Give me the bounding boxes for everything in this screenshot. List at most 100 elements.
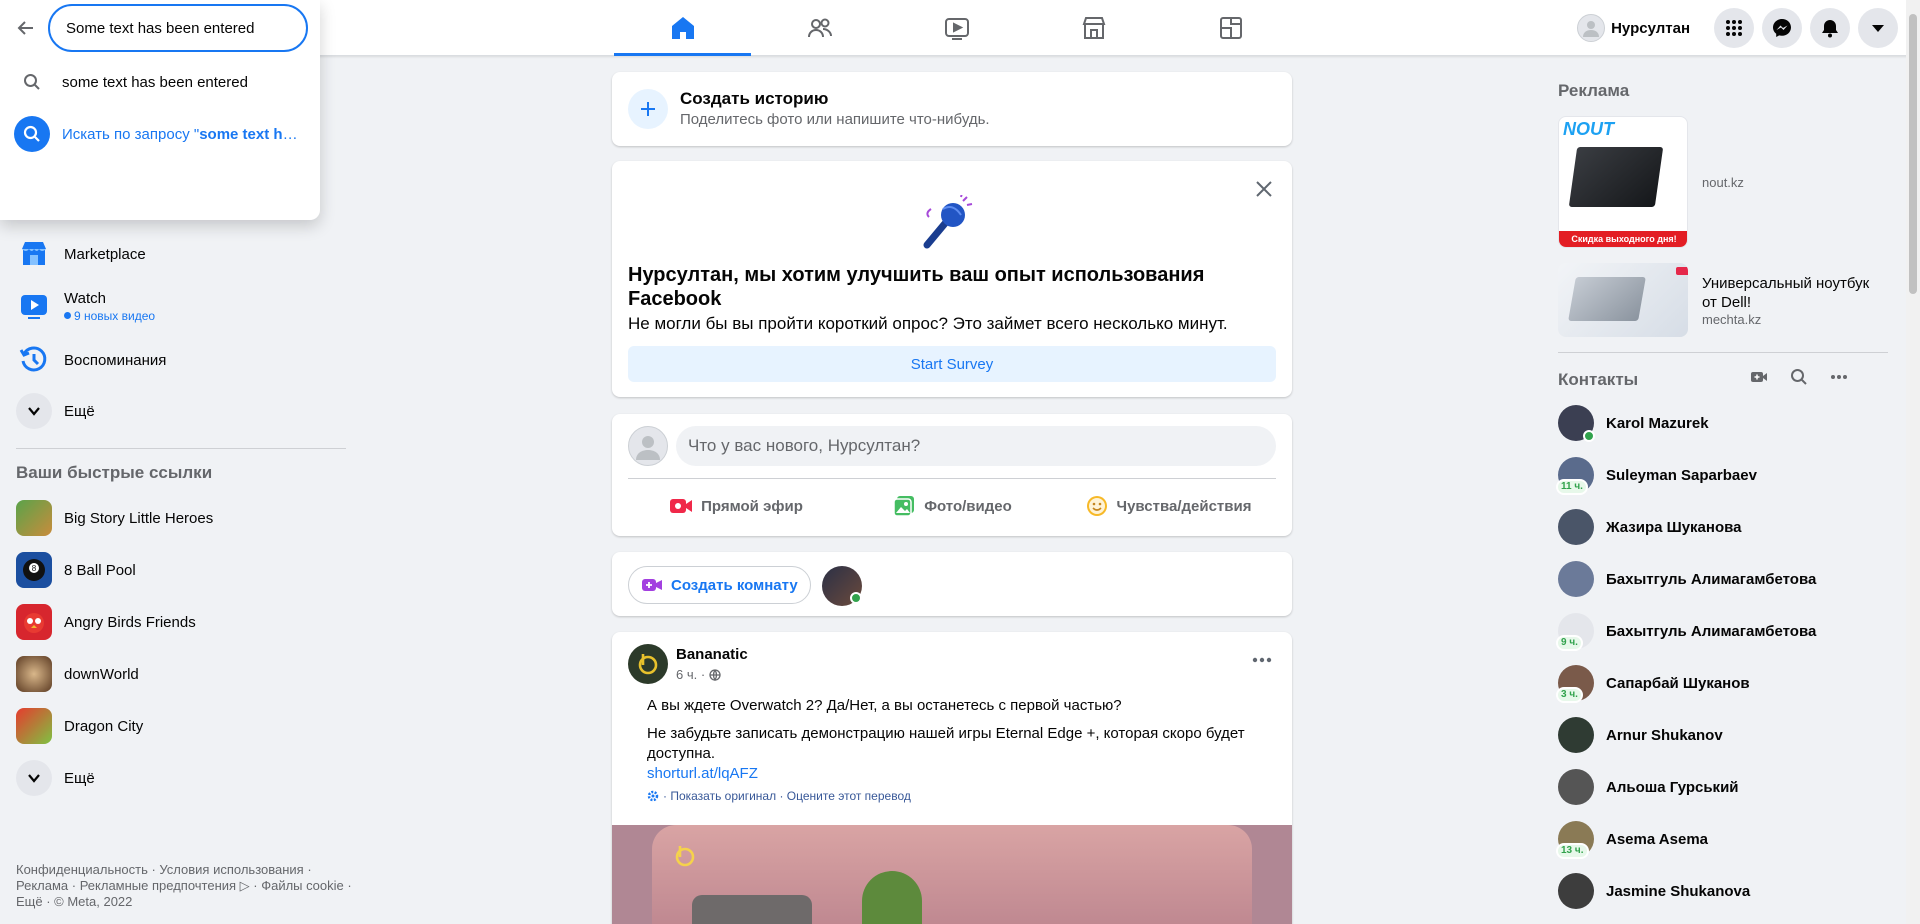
contact-name: Бахытгуль Алимагамбетова — [1606, 570, 1817, 588]
search-input[interactable] — [48, 4, 308, 52]
photo-icon — [893, 496, 915, 517]
sidebar-item-marketplace[interactable]: Marketplace — [16, 228, 346, 280]
marketplace-icon — [16, 236, 52, 272]
more-horizontal-icon[interactable] — [1830, 368, 1848, 386]
ad-nout[interactable]: NOUT Скидка выходного дня! nout.kz — [1558, 116, 1744, 248]
chevron-down-icon — [16, 760, 52, 796]
shortcut-angry-birds[interactable]: Angry Birds Friends — [16, 596, 346, 648]
live-video-icon — [670, 499, 693, 513]
contact-name: Karol Mazurek — [1606, 414, 1709, 432]
composer-input[interactable]: Что у вас нового, Нурсултан? — [676, 426, 1276, 466]
suggestion-text: some text has been entered — [62, 73, 248, 91]
search-icon-wrap — [14, 64, 50, 100]
tab-gaming[interactable] — [1162, 0, 1299, 56]
avatar[interactable] — [628, 644, 668, 684]
sidebar-item-watch[interactable]: Watch 9 новых видео — [16, 280, 346, 332]
sidebar-item-more[interactable]: Ещё — [16, 385, 346, 437]
bell-icon — [1822, 20, 1838, 38]
scrollbar-thumb[interactable] — [1909, 14, 1917, 294]
avatar — [1577, 14, 1606, 42]
contact-row[interactable]: 9 ч. Бахытгуль Алимагамбетова — [1556, 605, 1888, 657]
dragon-icon — [16, 708, 52, 744]
profile-button[interactable]: Нурсултан — [1573, 8, 1702, 48]
friends-icon — [807, 18, 832, 38]
avatar: 13 ч. — [1556, 821, 1594, 859]
contact-row[interactable]: Arnur Shukanov — [1558, 709, 1888, 761]
feed-post: Bananatic 6 ч. · А вы ждете Overwatch 2?… — [612, 632, 1292, 924]
contact-name: Жазира Шуканова — [1606, 518, 1742, 536]
close-button[interactable] — [1248, 173, 1280, 205]
live-video-button[interactable]: Прямой эфир — [628, 486, 844, 526]
globe-icon — [709, 668, 721, 681]
messenger-button[interactable] — [1762, 8, 1802, 48]
tab-watch[interactable] — [888, 0, 1025, 56]
shortcuts-more[interactable]: Ещё — [16, 752, 346, 804]
watch-icon — [16, 288, 52, 324]
contact-row[interactable]: Альоша Гурський — [1558, 761, 1888, 813]
sidebar-item-label: Ещё — [64, 402, 95, 420]
menu-button[interactable] — [1714, 8, 1754, 48]
footer-links[interactable]: Конфиденциальность · Условия использован… — [16, 862, 356, 910]
post-image[interactable] — [612, 825, 1292, 924]
avatar — [1558, 717, 1594, 753]
shortcut-downworld[interactable]: downWorld — [16, 648, 346, 700]
create-room-button[interactable]: Создать комнату — [628, 566, 811, 604]
contact-row[interactable]: Жазира Шуканова — [1558, 501, 1888, 553]
contact-row[interactable]: Karol Mazurek — [1558, 397, 1888, 449]
back-button[interactable] — [10, 12, 42, 44]
search-query-text: Искать по запросу "some text ha... — [62, 126, 302, 143]
shortcut-big-story[interactable]: Big Story Little Heroes — [16, 492, 346, 544]
shortcut-label: Dragon City — [64, 717, 144, 735]
account-button[interactable] — [1858, 8, 1898, 48]
ad-domain: mechta.kz — [1702, 311, 1762, 327]
search-for-query[interactable]: Искать по запросу "some text ha... — [8, 110, 312, 158]
divider — [1558, 352, 1888, 353]
contact-row[interactable]: 13 ч. Asema Asema — [1556, 813, 1888, 865]
post-author[interactable]: Bananatic — [676, 646, 748, 663]
feeling-activity-button[interactable]: Чувства/действия — [1060, 486, 1276, 526]
shortcut-label: Angry Birds Friends — [64, 613, 196, 631]
top-right-controls: Нурсултан — [1573, 8, 1898, 48]
contact-row[interactable]: 3 ч. Сапарбай Шуканов — [1556, 657, 1888, 709]
new-room-icon[interactable] — [1750, 368, 1768, 386]
online-indicator — [850, 592, 862, 604]
tab-marketplace[interactable] — [1025, 0, 1162, 56]
tab-home[interactable] — [614, 0, 751, 56]
tab-friends[interactable] — [751, 0, 888, 56]
grid-menu-icon — [1726, 20, 1742, 36]
shortcut-dragon-city[interactable]: Dragon City — [16, 700, 346, 752]
new-videos-badge: 9 новых видео — [64, 309, 155, 323]
bananatic-logo-icon — [638, 654, 658, 675]
avatar — [1558, 873, 1594, 909]
post-line: Не забудьте записать демонстрацию нашей … — [647, 725, 1245, 762]
search-icon[interactable] — [1790, 368, 1808, 386]
contact-name: Сапарбай Шуканов — [1606, 674, 1750, 692]
post-time[interactable]: 6 ч. · — [676, 667, 705, 682]
home-icon — [671, 17, 694, 39]
shortcut-label: Big Story Little Heroes — [64, 509, 214, 527]
contact-row[interactable]: 11 ч. Suleyman Saparbaev — [1556, 449, 1888, 501]
live-video-label: Прямой эфир — [701, 497, 803, 515]
video-plus-icon — [642, 579, 662, 591]
more-options-button[interactable] — [1248, 650, 1276, 670]
post-link[interactable]: shorturl.at/lqAFZ — [647, 764, 1247, 784]
start-survey-button[interactable]: Start Survey — [628, 346, 1276, 382]
search-icon — [24, 74, 40, 90]
profile-name: Нурсултан — [1611, 19, 1690, 37]
contact-row[interactable]: Jasmine Shukanova — [1558, 865, 1888, 917]
avatar — [1558, 769, 1594, 805]
rooms-card: Создать комнату — [612, 552, 1292, 616]
contact-row[interactable]: Бахытгуль Алимагамбетова — [1558, 553, 1888, 605]
contacts-title: Контакты — [1558, 370, 1639, 389]
sidebar-item-memories[interactable]: Воспоминания — [16, 334, 346, 386]
notifications-button[interactable] — [1810, 8, 1850, 48]
translation-links[interactable]: · Показать оригинал · Оцените этот перев… — [663, 789, 911, 803]
main-nav — [614, 0, 1299, 56]
create-story-card[interactable]: Создать историю Поделитесь фото или напи… — [612, 72, 1292, 146]
photo-video-button[interactable]: Фото/видео — [844, 486, 1060, 526]
shortcut-8-ball-pool[interactable]: 8 8 Ball Pool — [16, 544, 346, 596]
page-scrollbar[interactable] — [1906, 0, 1920, 924]
ad-dell[interactable]: Универсальный ноутбук от Dell! mechta.kz — [1558, 263, 1882, 337]
search-suggestion[interactable]: some text has been entered — [8, 58, 312, 106]
search-icon — [23, 125, 40, 142]
